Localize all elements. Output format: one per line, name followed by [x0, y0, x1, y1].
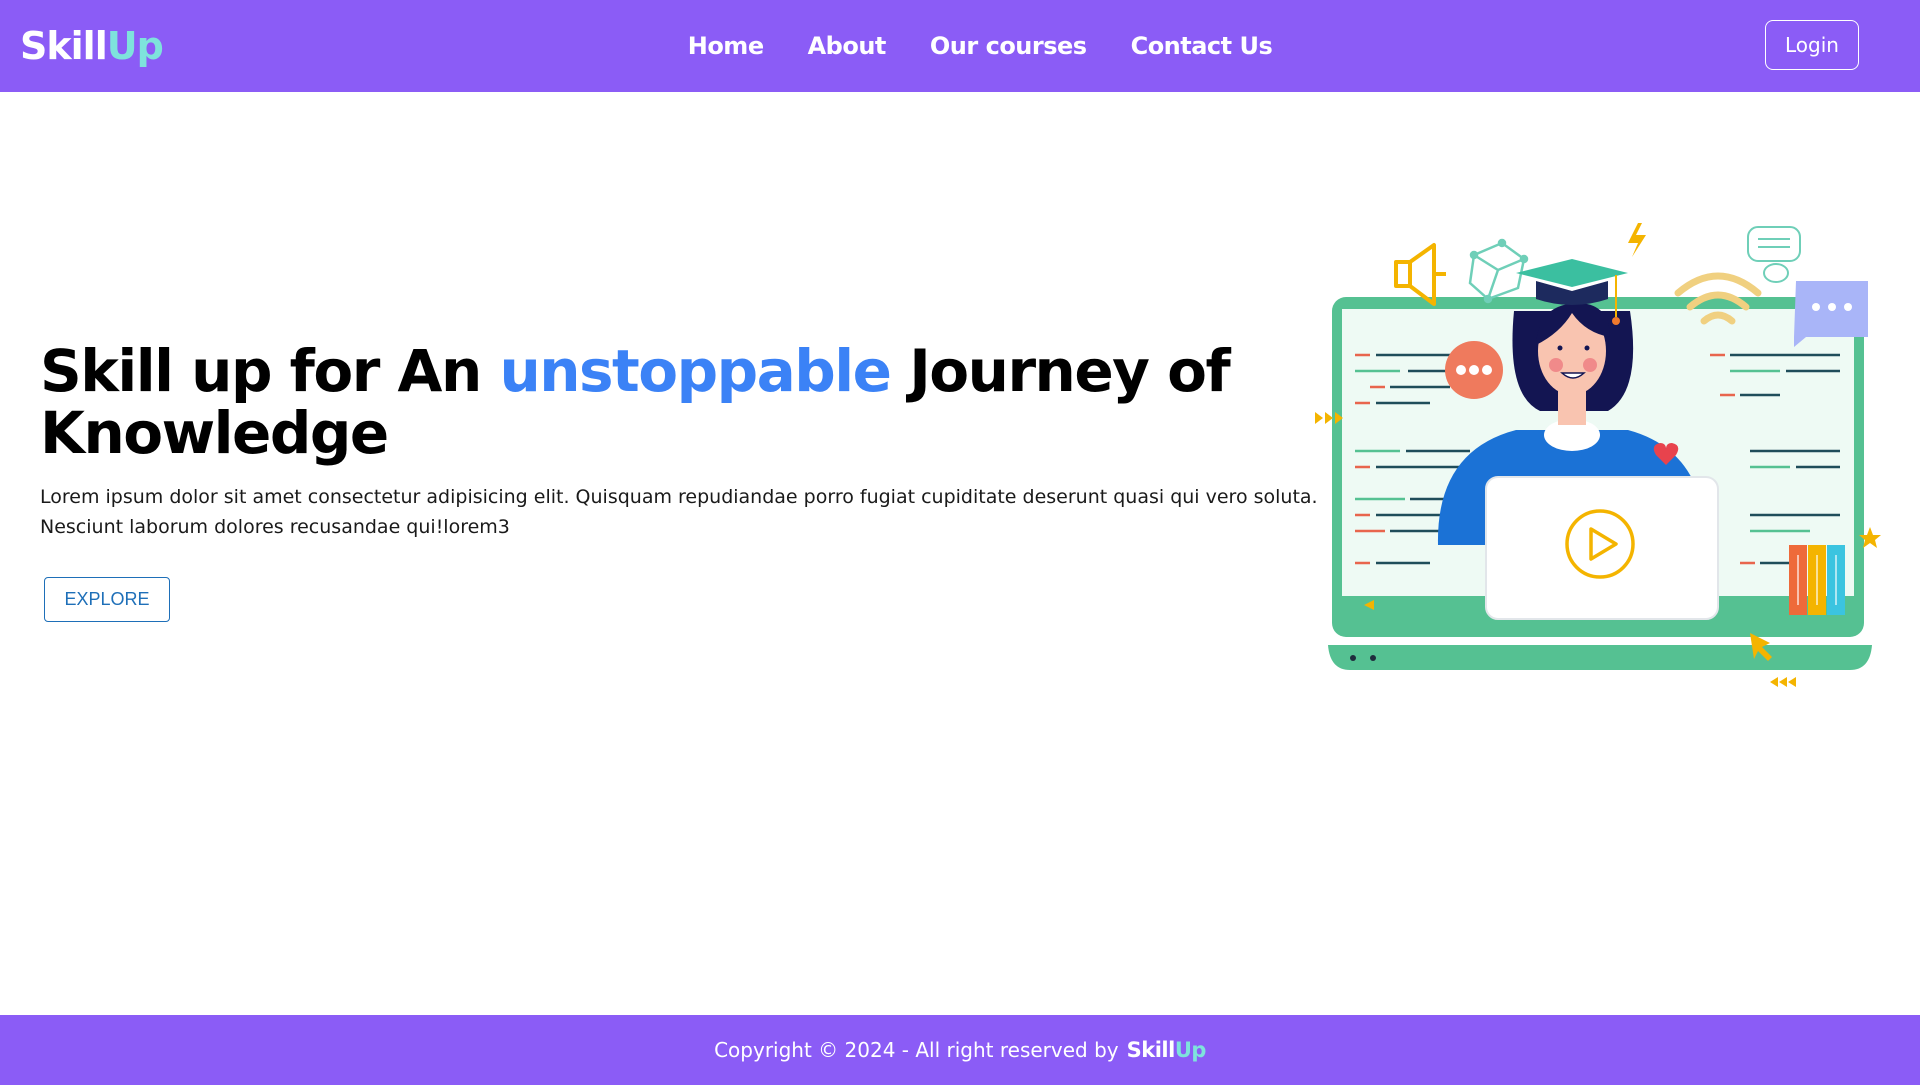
nav-contact-us[interactable]: Contact Us	[1131, 28, 1273, 64]
nav-our-courses[interactable]: Our courses	[930, 28, 1087, 64]
hero-title-prefix: Skill up for An	[40, 337, 500, 405]
typing-bubble-icon	[1445, 341, 1503, 399]
nav-about[interactable]: About	[808, 28, 887, 64]
hero-title: Skill up for An unstoppable Journey of K…	[40, 340, 1330, 464]
hero-section: Skill up for An unstoppable Journey of K…	[40, 340, 1330, 542]
rewind-icon	[1770, 677, 1796, 687]
hero-description: Lorem ipsum dolor sit amet consectetur a…	[40, 486, 1318, 538]
explore-button[interactable]: EXPLORE	[44, 577, 170, 622]
footer-logo[interactable]: SkillUp	[1126, 1038, 1207, 1062]
books-icon	[1789, 545, 1845, 615]
login-button[interactable]: Login	[1765, 20, 1859, 70]
footer-logo-accent: Up	[1174, 1038, 1207, 1062]
hero-title-highlight: unstoppable	[499, 337, 892, 405]
lightning-icon	[1628, 223, 1646, 257]
footer-logo-main: Skill	[1126, 1038, 1176, 1062]
footer: Copyright © 2024 - All right reserved by…	[0, 1015, 1920, 1085]
footer-copyright: Copyright © 2024 - All right reserved by	[714, 1038, 1119, 1062]
speech-bubble-icon	[1747, 226, 1801, 283]
nav-links: Home About Our courses Contact Us	[0, 28, 1920, 64]
navbar: SkillUp Home About Our courses Contact U…	[0, 0, 1920, 92]
megaphone-icon	[1394, 243, 1446, 306]
cube-icon	[1468, 238, 1529, 304]
nav-home[interactable]: Home	[688, 28, 764, 64]
hero-illustration	[1315, 223, 1881, 687]
laptop-icon	[1485, 476, 1719, 620]
